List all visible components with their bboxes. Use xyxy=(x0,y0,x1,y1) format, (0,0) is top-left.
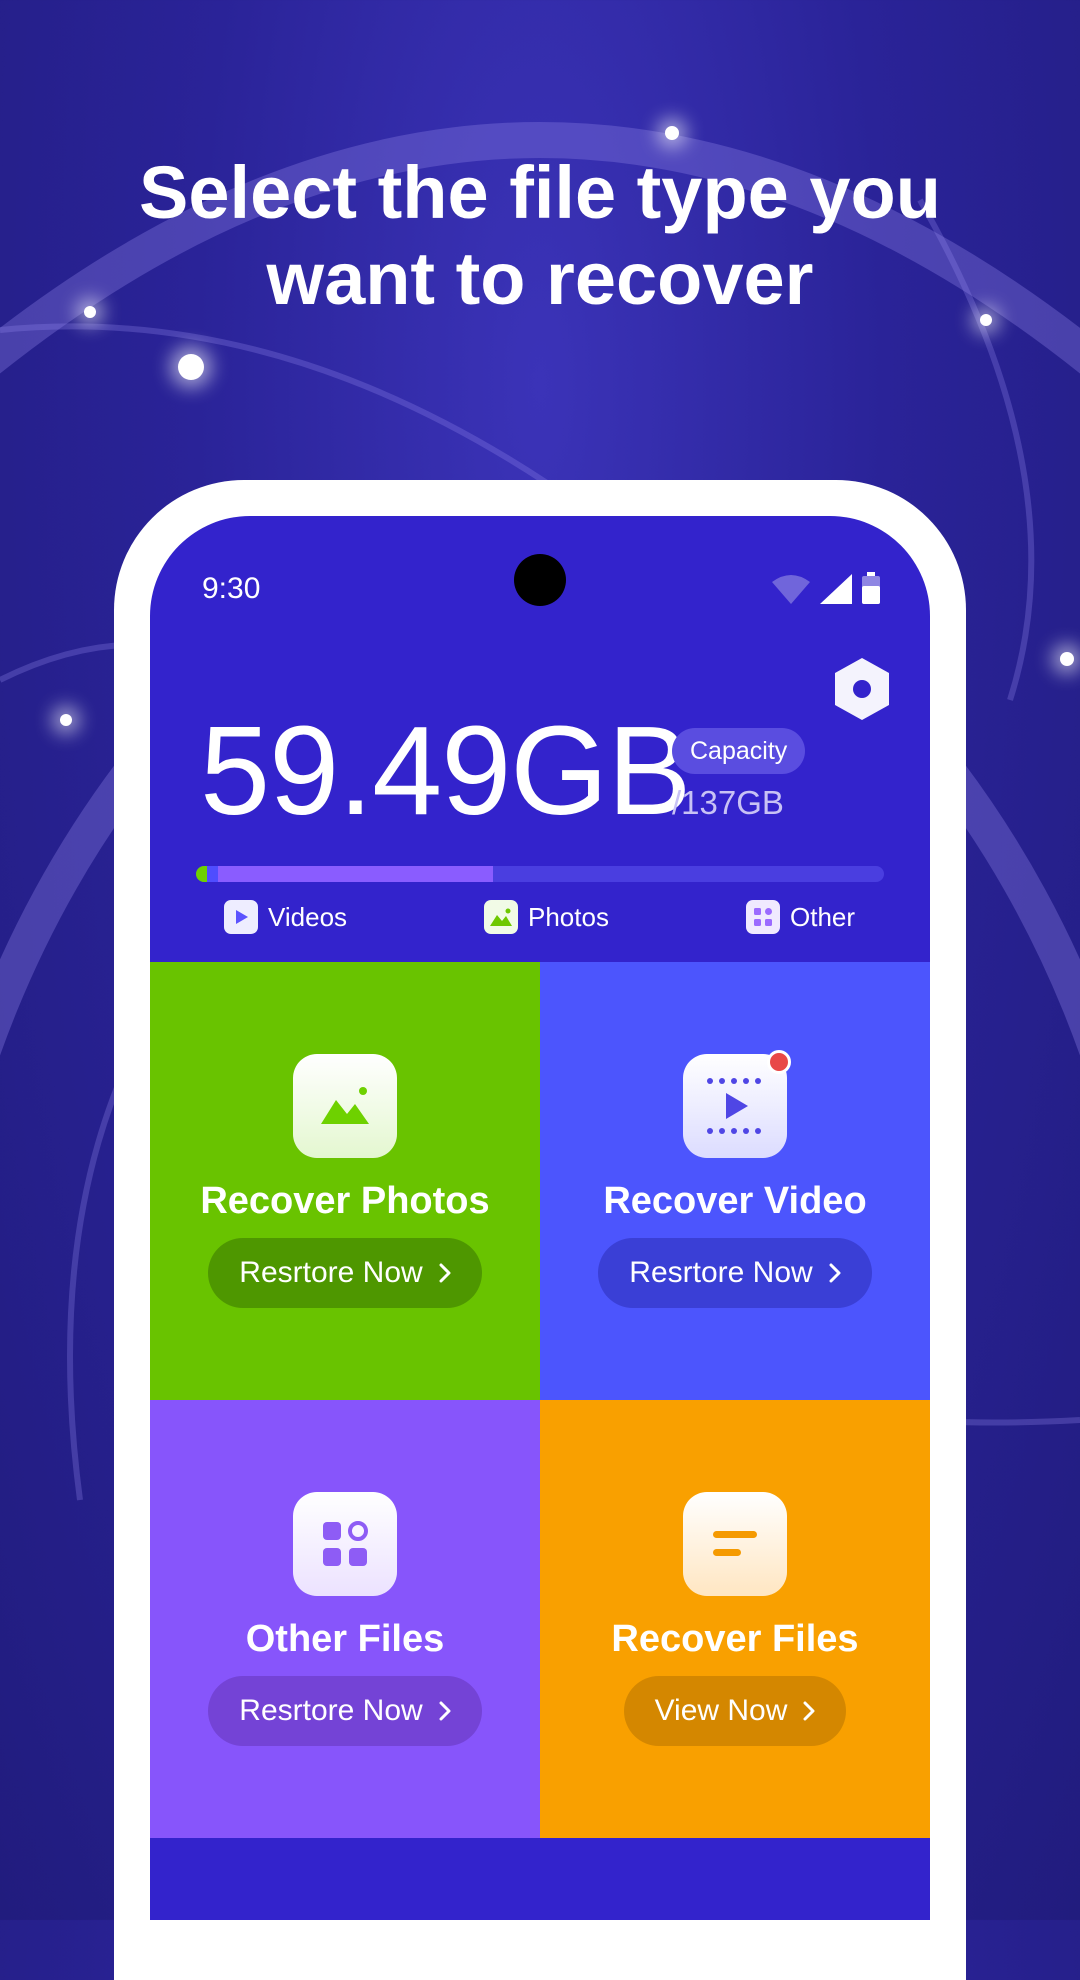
storage-used-value: 59.49GB xyxy=(200,700,691,841)
storage-usage-bar xyxy=(196,866,884,882)
tile-title: Recover Photos xyxy=(200,1180,490,1222)
legend-other: Other xyxy=(746,900,855,934)
usage-segment-green xyxy=(196,866,207,882)
recover-video-tile[interactable]: Recover Video Resrtore Now xyxy=(540,962,930,1400)
restore-other-files-button[interactable]: Resrtore Now xyxy=(208,1676,482,1746)
restore-video-button[interactable]: Resrtore Now xyxy=(598,1238,872,1308)
headline-line-2: want to recover xyxy=(266,237,814,320)
battery-icon xyxy=(862,572,880,604)
recover-photos-tile[interactable]: Recover Photos Resrtore Now xyxy=(150,962,540,1400)
button-label: Resrtore Now xyxy=(239,1694,423,1727)
button-label: Resrtore Now xyxy=(239,1256,423,1289)
tile-title: Recover Files xyxy=(611,1618,859,1660)
legend-label: Other xyxy=(790,901,856,932)
status-time: 9:30 xyxy=(202,572,261,605)
chevron-right-icon xyxy=(439,1263,451,1283)
chevron-right-icon xyxy=(829,1263,841,1283)
grid-icon xyxy=(746,900,780,934)
other-files-tile[interactable]: Other Files Resrtore Now xyxy=(150,1400,540,1838)
video-icon xyxy=(224,900,258,934)
settings-icon[interactable] xyxy=(832,656,892,722)
headline: Select the file type you want to recover xyxy=(0,150,1080,322)
sparkle xyxy=(1060,652,1074,666)
document-icon xyxy=(683,1492,787,1596)
cell-signal-icon xyxy=(820,574,852,604)
phone-screen: 9:30 59.49GB Capacity /137GB Videos Phot… xyxy=(150,516,930,1920)
button-label: View Now xyxy=(654,1694,788,1727)
button-label: Resrtore Now xyxy=(629,1256,813,1289)
headline-line-1: Select the file type you xyxy=(139,151,941,234)
front-camera xyxy=(514,554,566,606)
storage-total: /137GB xyxy=(672,784,784,821)
legend-videos: Videos xyxy=(224,900,347,934)
chevron-right-icon xyxy=(803,1701,815,1721)
legend-label: Videos xyxy=(268,901,348,932)
capacity-badge: Capacity xyxy=(672,728,806,774)
restore-photos-button[interactable]: Resrtore Now xyxy=(208,1238,482,1308)
photo-icon xyxy=(293,1054,397,1158)
sparkle xyxy=(60,714,72,726)
wifi-icon xyxy=(772,575,810,604)
tile-title: Recover Video xyxy=(603,1180,867,1222)
usage-segment-purple xyxy=(218,866,493,882)
grid-icon xyxy=(293,1492,397,1596)
legend-label: Photos xyxy=(528,901,609,932)
notification-badge xyxy=(767,1050,791,1074)
view-files-button[interactable]: View Now xyxy=(624,1676,846,1746)
status-icons xyxy=(772,572,880,604)
tile-title: Other Files xyxy=(245,1618,445,1660)
legend-photos: Photos xyxy=(484,900,609,934)
sparkle xyxy=(178,354,204,380)
sparkle xyxy=(665,126,679,140)
usage-segment-blue xyxy=(207,866,218,882)
chevron-right-icon xyxy=(439,1701,451,1721)
video-icon xyxy=(683,1050,791,1158)
photo-icon xyxy=(484,900,518,934)
recover-files-tile[interactable]: Recover Files View Now xyxy=(540,1400,930,1838)
